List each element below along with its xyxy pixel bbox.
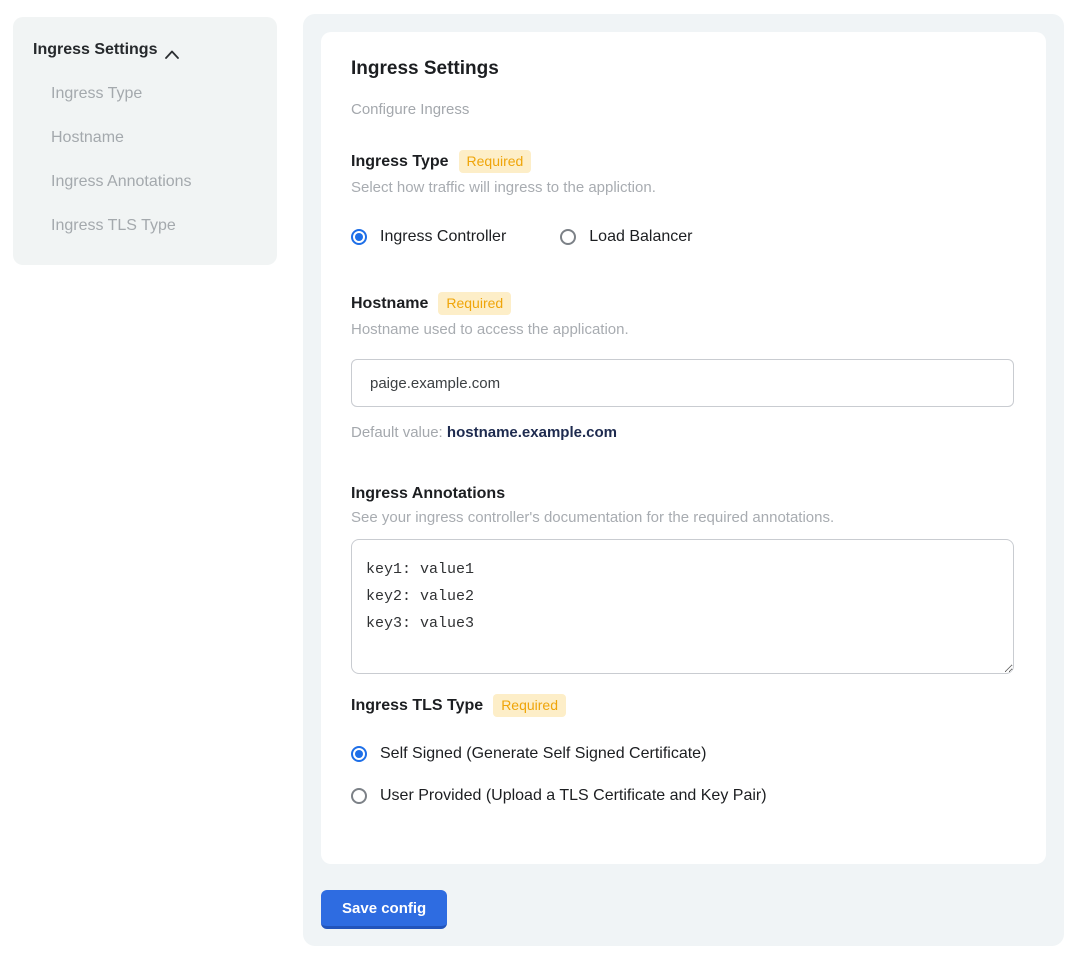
sidebar-item-ingress-tls-type[interactable]: Ingress TLS Type: [51, 217, 257, 235]
radio-self-signed[interactable]: Self Signed (Generate Self Signed Certif…: [351, 745, 1016, 763]
ingress-annotations-textarea[interactable]: key1: value1 key2: value2 key3: value3: [351, 539, 1014, 674]
required-badge: Required: [459, 150, 532, 173]
sidebar-item-ingress-type[interactable]: Ingress Type: [51, 85, 257, 103]
sidebar-item-hostname[interactable]: Hostname: [51, 129, 257, 147]
ingress-annotations-description: See your ingress controller's documentat…: [351, 509, 1016, 526]
sidebar-item-ingress-annotations[interactable]: Ingress Annotations: [51, 173, 257, 191]
required-badge: Required: [493, 694, 566, 717]
page-subtitle: Configure Ingress: [351, 101, 1016, 118]
hostname-label: Hostname: [351, 295, 428, 313]
hostname-default-line: Default value: hostname.example.com: [351, 424, 1016, 441]
radio-button-icon: [351, 229, 367, 245]
radio-button-icon: [351, 746, 367, 762]
field-ingress-tls-type: Ingress TLS Type Required Self Signed (G…: [351, 694, 1016, 805]
radio-load-balancer-label: Load Balancer: [589, 228, 692, 246]
radio-load-balancer[interactable]: Load Balancer: [560, 228, 692, 246]
sidebar-nav: Ingress Type Hostname Ingress Annotation…: [33, 85, 257, 235]
sidebar-section-header[interactable]: Ingress Settings: [33, 41, 257, 59]
ingress-type-description: Select how traffic will ingress to the a…: [351, 179, 1016, 196]
radio-user-provided[interactable]: User Provided (Upload a TLS Certificate …: [351, 787, 1016, 805]
field-ingress-type: Ingress Type Required Select how traffic…: [351, 150, 1016, 246]
ingress-type-label: Ingress Type: [351, 153, 449, 171]
radio-ingress-controller[interactable]: Ingress Controller: [351, 228, 506, 246]
ingress-settings-card: Ingress Settings Configure Ingress Ingre…: [321, 32, 1046, 864]
save-config-button[interactable]: Save config: [321, 890, 447, 929]
ingress-annotations-label: Ingress Annotations: [351, 485, 505, 503]
radio-button-icon: [560, 229, 576, 245]
sidebar-section-title: Ingress Settings: [33, 41, 157, 59]
radio-button-icon: [351, 788, 367, 804]
field-hostname: Hostname Required Hostname used to acces…: [351, 292, 1016, 441]
hostname-description: Hostname used to access the application.: [351, 321, 1016, 338]
settings-panel: Ingress Settings Configure Ingress Ingre…: [303, 14, 1064, 946]
page-title: Ingress Settings: [351, 58, 1016, 80]
radio-self-signed-label: Self Signed (Generate Self Signed Certif…: [380, 745, 706, 763]
radio-user-provided-label: User Provided (Upload a TLS Certificate …: [380, 787, 767, 805]
ingress-tls-type-label: Ingress TLS Type: [351, 697, 483, 715]
default-value-label: Default value:: [351, 424, 443, 441]
settings-sidebar: Ingress Settings Ingress Type Hostname I…: [13, 17, 277, 265]
radio-ingress-controller-label: Ingress Controller: [380, 228, 506, 246]
chevron-up-icon: [165, 46, 179, 55]
default-value-text: hostname.example.com: [447, 424, 617, 441]
required-badge: Required: [438, 292, 511, 315]
hostname-input[interactable]: [351, 359, 1014, 407]
field-ingress-annotations: Ingress Annotations See your ingress con…: [351, 485, 1016, 674]
